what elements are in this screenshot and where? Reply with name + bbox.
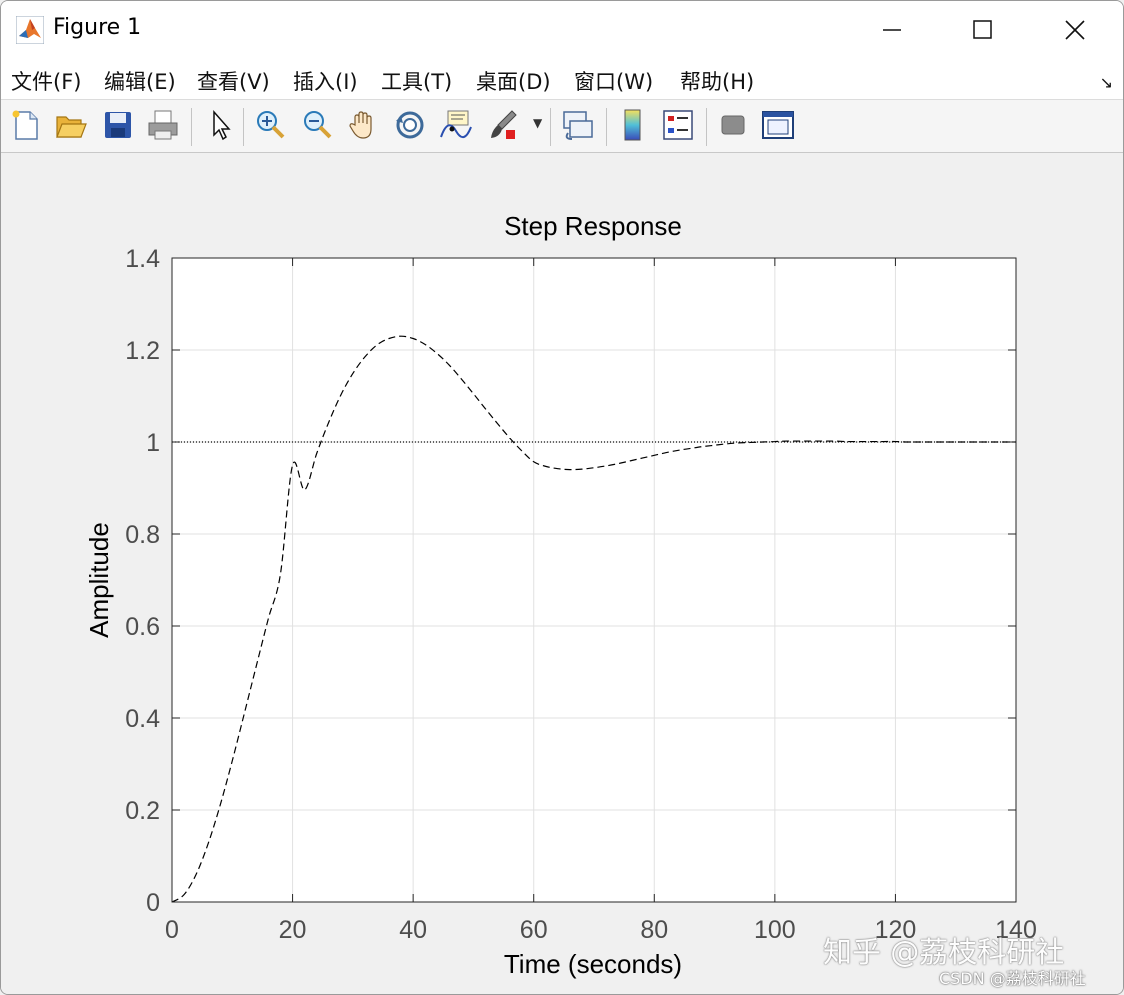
step-response-chart: 0 20 40 60 80 100 120 14000.20.40.60.811.21.4 S… bbox=[84, 211, 1037, 979]
open-file-icon[interactable] bbox=[53, 107, 89, 143]
brush-dropdown-icon[interactable]: ▼ bbox=[533, 116, 542, 130]
colorbar-icon[interactable] bbox=[615, 107, 651, 143]
y-tick-label: 1.2 bbox=[125, 337, 160, 365]
x-tick-label: 60 bbox=[520, 916, 548, 944]
save-icon[interactable] bbox=[100, 107, 136, 143]
figure-window: Figure 1 文件(F) 编辑(E) 查看(V) 插入(I) 工具(T) 桌… bbox=[0, 0, 1124, 995]
y-tick-label: 0.6 bbox=[125, 613, 160, 641]
brush-icon[interactable] bbox=[486, 107, 522, 143]
zoom-in-icon[interactable] bbox=[253, 107, 289, 143]
y-tick-label: 1 bbox=[146, 429, 160, 457]
figure-toolbar: ▼ bbox=[1, 100, 1123, 153]
menu-window[interactable]: 窗口(W) bbox=[574, 66, 653, 96]
toolbar-separator bbox=[606, 108, 607, 146]
maximize-button[interactable] bbox=[965, 13, 999, 47]
chart-title: Step Response bbox=[504, 211, 682, 241]
link-plot-icon[interactable] bbox=[560, 107, 596, 143]
data-cursor-icon[interactable] bbox=[438, 107, 474, 143]
menu-view[interactable]: 查看(V) bbox=[197, 66, 270, 96]
menu-edit[interactable]: 编辑(E) bbox=[104, 66, 176, 96]
menu-insert[interactable]: 插入(I) bbox=[293, 66, 358, 96]
hide-plot-tools-icon[interactable] bbox=[715, 107, 751, 143]
pan-hand-icon[interactable] bbox=[346, 107, 382, 143]
watermark-csdn: CSDN @荔枝科研社 bbox=[939, 969, 1086, 988]
x-axis-label: Time (seconds) bbox=[504, 949, 682, 979]
y-tick-label: 0.8 bbox=[125, 521, 160, 549]
show-plot-tools-icon[interactable] bbox=[760, 107, 796, 143]
y-tick-label: 1.4 bbox=[125, 245, 160, 273]
close-button[interactable] bbox=[1058, 13, 1092, 47]
figure-canvas: 0 20 40 60 80 100 120 140 0 0.2 0.4 0.6 0.8 1 1.2 1.4 S… bbox=[1, 153, 1123, 994]
legend-icon[interactable] bbox=[660, 107, 696, 143]
toolbar-separator bbox=[191, 108, 192, 146]
toolbar-separator bbox=[243, 108, 244, 146]
print-icon[interactable] bbox=[145, 107, 181, 143]
menu-tools[interactable]: 工具(T) bbox=[381, 66, 452, 96]
toolbar-separator bbox=[706, 108, 707, 146]
y-tick-label: 0 bbox=[146, 889, 160, 917]
window-title: Figure 1 bbox=[53, 15, 142, 40]
rotate-3d-icon[interactable] bbox=[392, 107, 428, 143]
x-tick-label: 80 bbox=[640, 916, 668, 944]
menu-bar: 文件(F) 编辑(E) 查看(V) 插入(I) 工具(T) 桌面(D) 窗口(W… bbox=[1, 59, 1123, 100]
y-tick-label: 0.4 bbox=[125, 705, 160, 733]
minimize-button[interactable] bbox=[874, 13, 908, 47]
dock-arrow-icon[interactable]: ↘ bbox=[1100, 73, 1113, 92]
edit-plot-arrow-icon[interactable] bbox=[203, 107, 239, 143]
menu-desktop[interactable]: 桌面(D) bbox=[476, 66, 551, 96]
zoom-out-icon[interactable] bbox=[300, 107, 336, 143]
matlab-logo-icon bbox=[16, 16, 44, 44]
new-figure-icon[interactable] bbox=[8, 107, 44, 143]
x-tick-label: 0 bbox=[165, 916, 179, 944]
x-tick-label: 20 bbox=[279, 916, 307, 944]
title-bar: Figure 1 bbox=[1, 1, 1123, 59]
y-tick-label: 0.2 bbox=[125, 797, 160, 825]
menu-file[interactable]: 文件(F) bbox=[11, 66, 81, 96]
plot-area bbox=[172, 258, 1016, 902]
toolbar-separator bbox=[550, 108, 551, 146]
x-tick-label: 40 bbox=[399, 916, 427, 944]
menu-help[interactable]: 帮助(H) bbox=[680, 66, 754, 96]
y-axis-label: Amplitude bbox=[84, 522, 114, 638]
x-tick-label: 100 bbox=[754, 916, 796, 944]
